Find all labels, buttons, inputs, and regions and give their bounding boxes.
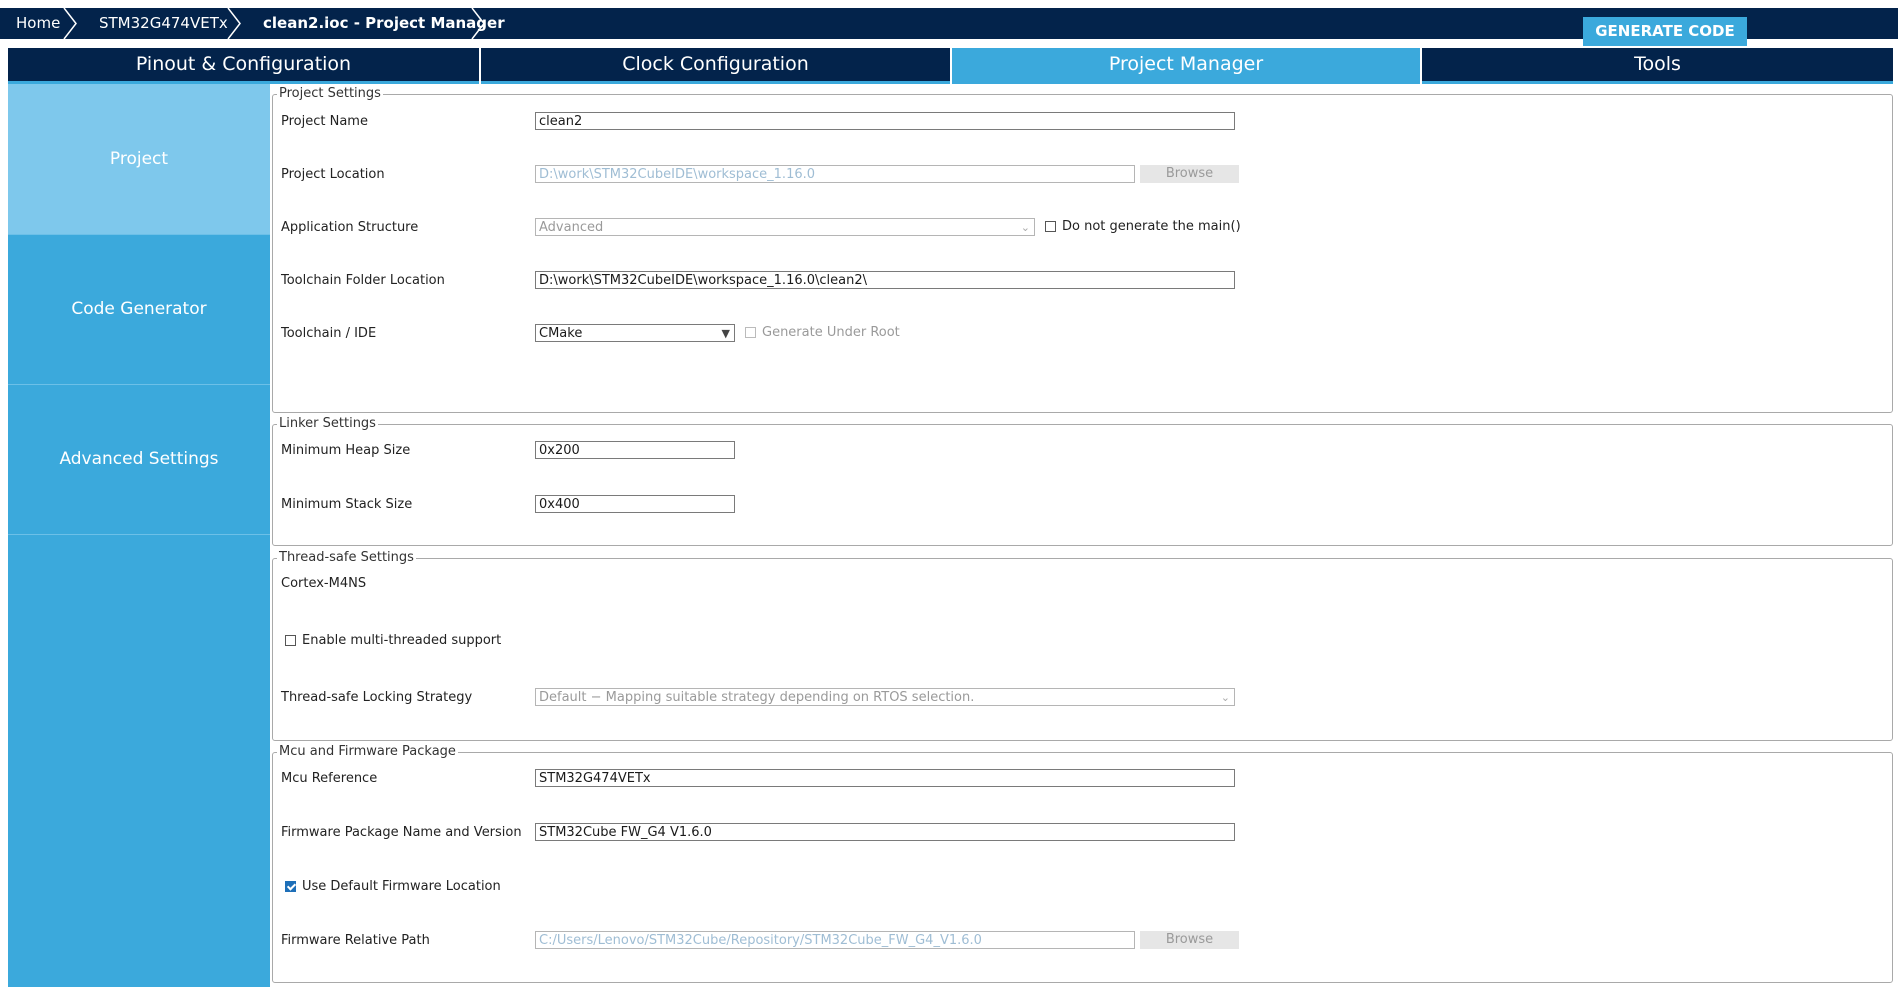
tab-clock-configuration[interactable]: Clock Configuration: [481, 48, 950, 84]
toolchain-folder-label: Toolchain Folder Location: [281, 273, 445, 288]
project-name-input[interactable]: clean2: [535, 112, 1235, 130]
use-default-firmware-checkbox[interactable]: [285, 881, 296, 892]
use-default-firmware-label: Use Default Firmware Location: [302, 879, 501, 894]
tab-pinout-configuration[interactable]: Pinout & Configuration: [8, 48, 479, 84]
project-location-browse-button[interactable]: Browse: [1140, 165, 1239, 183]
generate-code-button[interactable]: GENERATE CODE: [1583, 17, 1747, 46]
toolchain-ide-value: CMake: [539, 326, 583, 341]
tab-project-manager[interactable]: Project Manager: [952, 48, 1420, 84]
breadcrumb-bar: Home STM32G474VETx clean2.ioc - Project …: [0, 8, 1898, 46]
tab-tools[interactable]: Tools: [1422, 48, 1893, 84]
project-settings-group: Project Settings Project Name clean2 Pro…: [272, 86, 1893, 413]
application-structure-select[interactable]: Advanced ⌄: [535, 218, 1035, 236]
firmware-path-label: Firmware Relative Path: [281, 933, 430, 948]
generate-under-root-checkbox[interactable]: [745, 327, 756, 338]
breadcrumb-chevron-icon: [471, 8, 485, 39]
project-location-label: Project Location: [281, 167, 385, 182]
sidebar-item-advanced-settings[interactable]: Advanced Settings: [8, 385, 270, 535]
min-stack-input[interactable]: 0x400: [535, 495, 735, 513]
firmware-name-input[interactable]: STM32Cube FW_G4 V1.6.0: [535, 823, 1235, 841]
mcu-firmware-group: Mcu and Firmware Package Mcu Reference S…: [272, 744, 1893, 983]
application-structure-value: Advanced: [539, 220, 604, 235]
thread-safe-settings-legend: Thread-safe Settings: [277, 550, 416, 566]
chevron-down-icon: ▼: [721, 327, 730, 340]
project-settings-legend: Project Settings: [277, 86, 383, 102]
multi-thread-label: Enable multi-threaded support: [302, 633, 502, 648]
breadcrumb-chevron-icon: [227, 8, 241, 39]
breadcrumb-mcu[interactable]: STM32G474VETx: [99, 8, 228, 39]
mcu-firmware-legend: Mcu and Firmware Package: [277, 744, 458, 760]
generate-under-root-label: Generate Under Root: [762, 325, 900, 340]
no-main-label: Do not generate the main(): [1062, 219, 1241, 234]
mcu-reference-label: Mcu Reference: [281, 771, 378, 786]
breadcrumb-current[interactable]: clean2.ioc - Project Manager: [263, 8, 505, 39]
toolchain-folder-input[interactable]: D:\work\STM32CubeIDE\workspace_1.16.0\cl…: [535, 271, 1235, 289]
locking-strategy-select[interactable]: Default − Mapping suitable strategy depe…: [535, 688, 1235, 706]
locking-strategy-label: Thread-safe Locking Strategy: [281, 690, 473, 705]
locking-strategy-value: Default − Mapping suitable strategy depe…: [539, 690, 975, 705]
firmware-name-label: Firmware Package Name and Version: [281, 825, 522, 840]
application-structure-label: Application Structure: [281, 220, 419, 235]
toolchain-ide-select[interactable]: CMake ▼: [535, 324, 735, 342]
min-stack-label: Minimum Stack Size: [281, 497, 413, 512]
mcu-reference-input[interactable]: STM32G474VETx: [535, 769, 1235, 787]
sidebar: Project Code Generator Advanced Settings: [8, 84, 270, 987]
linker-settings-legend: Linker Settings: [277, 416, 378, 432]
breadcrumb-home[interactable]: Home: [16, 8, 60, 39]
core-label: Cortex-M4NS: [281, 576, 367, 591]
no-main-checkbox[interactable]: [1045, 221, 1056, 232]
linker-settings-group: Linker Settings Minimum Heap Size 0x200 …: [272, 416, 1893, 546]
chevron-down-icon: ⌄: [1020, 221, 1030, 234]
project-name-label: Project Name: [281, 114, 368, 129]
toolchain-ide-label: Toolchain / IDE: [281, 326, 377, 341]
sidebar-item-project[interactable]: Project: [8, 84, 270, 235]
project-location-input[interactable]: D:\work\STM32CubeIDE\workspace_1.16.0: [535, 165, 1135, 183]
min-heap-input[interactable]: 0x200: [535, 441, 735, 459]
min-heap-label: Minimum Heap Size: [281, 443, 411, 458]
firmware-path-browse-button[interactable]: Browse: [1140, 931, 1239, 949]
breadcrumb-chevron-icon: [63, 8, 77, 39]
multi-thread-checkbox[interactable]: [285, 635, 296, 646]
sidebar-item-code-generator[interactable]: Code Generator: [8, 235, 270, 385]
thread-safe-settings-group: Thread-safe Settings Cortex-M4NS Enable …: [272, 550, 1893, 741]
main-tabs: Pinout & Configuration Clock Configurati…: [8, 48, 1893, 84]
chevron-down-icon: ⌄: [1220, 691, 1230, 704]
firmware-path-input[interactable]: C:/Users/Lenovo/STM32Cube/Repository/STM…: [535, 931, 1135, 949]
